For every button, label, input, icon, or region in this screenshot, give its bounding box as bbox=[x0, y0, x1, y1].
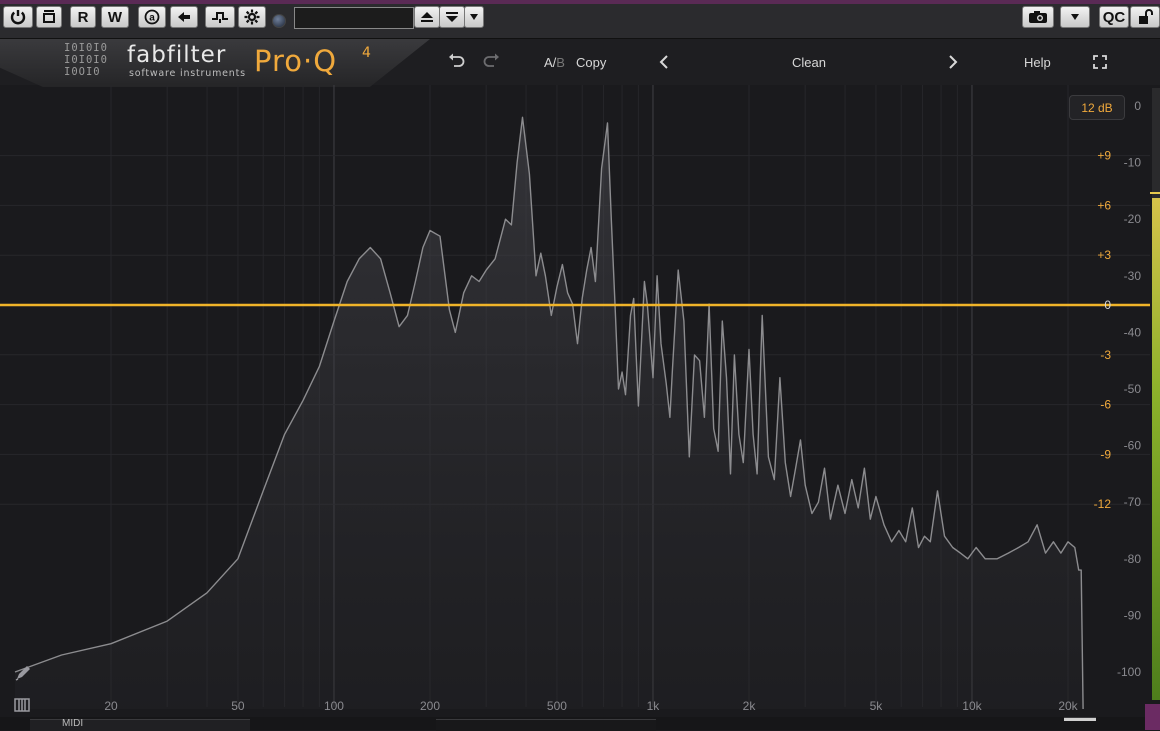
freq-label: 10k bbox=[962, 699, 982, 713]
redo-button[interactable] bbox=[482, 53, 500, 74]
spectrum-db-label: -20 bbox=[1124, 212, 1142, 226]
freq-label: 2k bbox=[743, 699, 757, 713]
status-led bbox=[272, 14, 286, 28]
footer-tab[interactable] bbox=[436, 719, 656, 731]
output-meter-peak bbox=[1150, 192, 1160, 194]
eq-db-label: 0 bbox=[1104, 298, 1111, 312]
preset-up-button[interactable] bbox=[414, 6, 440, 28]
footer-scroll-thumb[interactable] bbox=[1064, 717, 1096, 721]
brand-subtitle: software instruments bbox=[129, 68, 246, 79]
automation-button[interactable]: a bbox=[138, 6, 166, 28]
preset-down-button[interactable] bbox=[439, 6, 465, 28]
pencil-icon bbox=[15, 666, 30, 681]
bypass-button[interactable] bbox=[36, 6, 62, 28]
previous-button[interactable] bbox=[170, 6, 198, 28]
automation-icon: a bbox=[144, 9, 160, 25]
fabfilter-logo-icon: I0I0I0 I0I0I0 I0OI0 bbox=[64, 42, 108, 78]
freq-label: 5k bbox=[870, 699, 884, 713]
draw-button[interactable] bbox=[14, 664, 32, 687]
footer-tab-midi[interactable]: MIDI bbox=[30, 718, 250, 731]
product-name: Pro·Q bbox=[254, 44, 338, 78]
freq-label: 200 bbox=[420, 699, 440, 713]
spectrum-db-label: 0 bbox=[1134, 99, 1141, 113]
spectrum-db-label: -70 bbox=[1124, 495, 1142, 509]
gear-icon bbox=[244, 9, 260, 25]
previous-preset-button[interactable] bbox=[659, 55, 669, 74]
arrow-down-icon bbox=[446, 12, 458, 22]
spectrum-db-label: -30 bbox=[1124, 269, 1142, 283]
routing-icon bbox=[212, 12, 228, 23]
snapshot-button[interactable] bbox=[1022, 6, 1054, 28]
routing-button[interactable] bbox=[205, 6, 235, 28]
camera-icon bbox=[1029, 11, 1047, 23]
ab-compare-button[interactable]: A/B bbox=[544, 55, 565, 70]
piano-icon bbox=[14, 698, 30, 712]
eq-db-label: -12 bbox=[1094, 497, 1112, 511]
arrow-left-icon bbox=[178, 12, 190, 22]
spectrum-db-label: -50 bbox=[1124, 382, 1142, 396]
spectrum-db-label: -90 bbox=[1124, 608, 1142, 622]
unlock-icon bbox=[1139, 9, 1153, 24]
freq-label: 20k bbox=[1058, 699, 1078, 713]
freq-label: 100 bbox=[324, 699, 344, 713]
chevron-down-icon bbox=[1071, 14, 1079, 20]
preset-menu-button[interactable] bbox=[464, 6, 484, 28]
bypass-icon bbox=[43, 10, 55, 23]
write-automation-button[interactable]: W bbox=[101, 6, 129, 28]
spectrum-db-label: -60 bbox=[1124, 439, 1142, 453]
piano-button[interactable] bbox=[14, 698, 30, 717]
chevron-down-icon bbox=[470, 14, 478, 20]
redo-icon bbox=[483, 53, 499, 67]
spectrum-db-label: -40 bbox=[1124, 325, 1142, 339]
freq-label: 50 bbox=[231, 699, 245, 713]
chevron-right-icon bbox=[949, 55, 958, 69]
undo-icon bbox=[449, 53, 465, 67]
fullscreen-button[interactable] bbox=[1093, 55, 1107, 74]
help-button[interactable]: Help bbox=[1024, 55, 1051, 70]
eq-db-label: -9 bbox=[1100, 447, 1111, 461]
window-corner bbox=[1145, 704, 1160, 730]
read-automation-button[interactable]: R bbox=[70, 6, 96, 28]
eq-display[interactable]: +9 +6 +3 0 -3 -6 -9 -12 0 -10 -20 -30 -40 -50 -60 -70 -8… bbox=[0, 85, 1160, 717]
product-version: 4 bbox=[362, 45, 371, 61]
spectrum-db-label: -100 bbox=[1117, 665, 1141, 679]
spectrum-db-label: -10 bbox=[1124, 156, 1142, 170]
display-range-selector[interactable]: 12 dB bbox=[1069, 95, 1125, 120]
brand-name: fabfilter bbox=[127, 42, 227, 68]
quick-controls-button[interactable]: QC bbox=[1099, 6, 1129, 28]
undo-button[interactable] bbox=[448, 53, 466, 74]
output-meter-level bbox=[1152, 198, 1160, 700]
preset-name[interactable]: Clean bbox=[792, 55, 826, 70]
preset-field[interactable] bbox=[294, 7, 414, 29]
spectrum-db-label: -80 bbox=[1124, 552, 1142, 566]
freq-label: 1k bbox=[647, 699, 661, 713]
settings-button[interactable] bbox=[238, 6, 266, 28]
lock-button[interactable] bbox=[1130, 6, 1160, 28]
freq-label: 500 bbox=[547, 699, 567, 713]
fullscreen-icon bbox=[1093, 55, 1107, 69]
options-dropdown-button[interactable] bbox=[1060, 6, 1090, 28]
freq-label: 20 bbox=[104, 699, 118, 713]
ab-label-b: B bbox=[556, 55, 565, 70]
eq-db-label: +3 bbox=[1097, 248, 1111, 262]
power-icon bbox=[10, 10, 26, 25]
ab-label-a: A/ bbox=[544, 55, 557, 70]
eq-db-label: +6 bbox=[1097, 198, 1111, 212]
eq-db-label: +9 bbox=[1097, 149, 1111, 163]
next-preset-button[interactable] bbox=[948, 55, 958, 74]
chevron-left-icon bbox=[659, 55, 668, 69]
copy-button[interactable]: Copy bbox=[576, 55, 606, 70]
arrow-up-icon bbox=[421, 12, 433, 22]
svg-text:a: a bbox=[149, 13, 155, 24]
eq-db-label: -6 bbox=[1100, 398, 1111, 412]
power-button[interactable] bbox=[3, 6, 33, 28]
eq-db-label: -3 bbox=[1100, 348, 1111, 362]
footer-tab-label: MIDI bbox=[62, 718, 84, 729]
